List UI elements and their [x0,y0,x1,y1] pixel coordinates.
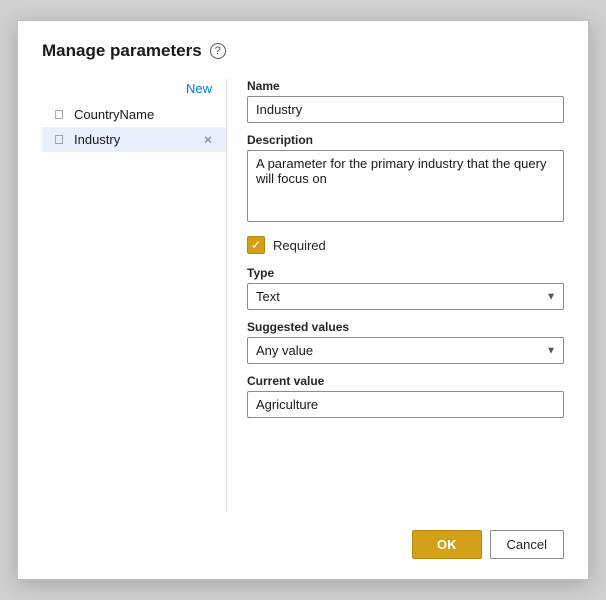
required-label: Required [273,238,326,253]
param-item-countryname[interactable]:  CountryName [42,102,226,127]
cancel-button[interactable]: Cancel [490,530,564,559]
param-type-icon:  [50,132,68,147]
param-close-icon[interactable]: ✕ [200,133,216,147]
current-value-label: Current value [247,374,564,388]
type-label: Type [247,266,564,280]
left-panel: New  CountryName  Industry ✕ [42,79,227,512]
param-item-industry[interactable]:  Industry ✕ [42,127,226,152]
param-type-icon:  [50,107,68,122]
manage-parameters-dialog: Manage parameters ? New  CountryName  … [17,20,589,580]
dialog-body: New  CountryName  Industry ✕ Name [42,79,564,512]
ok-button[interactable]: OK [412,530,482,559]
required-row: ✓ Required [247,236,564,254]
type-select-wrapper: Text Number Date Boolean Any ▼ [247,283,564,310]
name-field-group: Name [247,79,564,123]
type-field-group: Type Text Number Date Boolean Any ▼ [247,266,564,310]
dialog-footer: OK Cancel [42,512,564,559]
name-input[interactable] [247,96,564,123]
current-value-field-group: Current value [247,374,564,418]
required-checkbox[interactable]: ✓ [247,236,265,254]
type-select[interactable]: Text Number Date Boolean Any [247,283,564,310]
suggested-values-label: Suggested values [247,320,564,334]
current-value-input[interactable] [247,391,564,418]
new-btn-row: New [42,79,226,98]
suggested-values-select[interactable]: Any value List of values Query [247,337,564,364]
suggested-values-field-group: Suggested values Any value List of value… [247,320,564,364]
param-list:  CountryName  Industry ✕ [42,102,226,152]
dialog-header: Manage parameters ? [42,41,564,61]
right-panel: Name Description ✓ Required Type Text Nu… [227,79,564,512]
param-label: Industry [74,132,194,147]
new-button[interactable]: New [182,79,216,98]
name-label: Name [247,79,564,93]
dialog-title: Manage parameters [42,41,202,61]
description-label: Description [247,133,564,147]
help-icon[interactable]: ? [210,43,226,59]
checkmark-icon: ✓ [251,239,261,251]
description-field-group: Description [247,133,564,222]
suggested-values-select-wrapper: Any value List of values Query ▼ [247,337,564,364]
description-input[interactable] [247,150,564,222]
param-label: CountryName [74,107,216,122]
